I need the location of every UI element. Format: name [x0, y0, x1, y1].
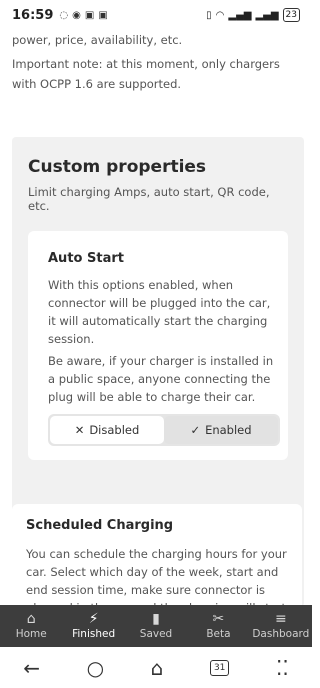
home-icon: ⌂: [26, 611, 36, 627]
status-bar: 16:59 ◌ ◉ ▣ ▣ ▯ ◠ ▂▄▆ ▂▄▆ 23: [0, 0, 312, 30]
check-icon: ✓: [190, 423, 201, 437]
back-icon[interactable]: ←: [23, 656, 40, 680]
disabled-option[interactable]: ✕ Disabled: [50, 416, 164, 444]
enabled-option[interactable]: ✓ Enabled: [164, 416, 278, 444]
nav-item-saved[interactable]: ▮ Saved: [125, 605, 187, 647]
enabled-label: Enabled: [205, 423, 252, 437]
nav-item-dashboard[interactable]: ≡ Dashboard: [250, 605, 312, 647]
signal-icon: ▂▄▆: [255, 9, 279, 21]
menu-icon: ≡: [274, 611, 287, 627]
section-subtitle: Limit charging Amps, auto start, QR code…: [28, 185, 270, 213]
clock: 16:59: [12, 7, 54, 23]
bottom-nav: ⌂ Home ⚡ Finished ▮ Saved ✂ Beta ≡ Dashb…: [0, 605, 312, 647]
image-icon: ▣: [98, 9, 108, 21]
home-outline-icon[interactable]: ⌂: [151, 656, 164, 680]
auto-start-warning: Be aware, if your charger is installed i…: [48, 354, 274, 404]
eye-icon: ◉: [72, 9, 81, 21]
intro-text: power, price, availability, etc. Importa…: [0, 30, 312, 94]
notification-icon: ◌: [59, 9, 69, 21]
close-icon: ✕: [74, 423, 85, 437]
auto-start-toggle[interactable]: ✕ Disabled ✓ Enabled: [48, 414, 280, 446]
scheduled-title: Scheduled Charging: [26, 518, 174, 533]
search-icon[interactable]: ○: [87, 656, 104, 680]
auto-start-description: With this options enabled, when connecto…: [44, 276, 274, 406]
nav-label: Saved: [139, 628, 173, 640]
bookmark-icon: ▮: [152, 611, 160, 627]
section-title: Custom properties: [28, 157, 207, 177]
important-note: Important note: at this moment, only cha…: [12, 57, 280, 91]
nav-label: Home: [15, 628, 47, 640]
nav-item-home[interactable]: ⌂ Home: [0, 605, 62, 647]
notification-icons: ◌ ◉ ▣ ▣: [59, 10, 107, 21]
scheduled-description: You can schedule the charging hours for …: [26, 545, 288, 605]
intro-line: power, price, availability, etc.: [12, 33, 183, 47]
disabled-label: Disabled: [89, 423, 140, 437]
bolt-icon: ⚡: [88, 611, 99, 627]
nav-item-finished[interactable]: ⚡ Finished: [62, 605, 124, 647]
tools-icon: ✂: [212, 611, 225, 627]
image-icon: ▣: [84, 9, 95, 21]
calendar-icon[interactable]: 31: [209, 659, 230, 676]
nav-label: Finished: [72, 628, 116, 640]
wifi-icon: ◠: [215, 9, 225, 21]
status-right: ▯ ◠ ▂▄▆ ▂▄▆ 23: [206, 8, 300, 22]
system-nav: ← ○ ⌂ 31 ⁚⁚: [0, 647, 312, 688]
scheduled-text: You can schedule the charging hours for …: [26, 547, 287, 605]
battery-icon: 23: [282, 8, 300, 22]
apps-icon[interactable]: ⁚⁚: [276, 656, 289, 680]
scheduled-charging-card: Scheduled Charging You can schedule the …: [12, 504, 302, 605]
auto-start-card: Auto Start With this options enabled, wh…: [28, 231, 288, 460]
nav-item-beta[interactable]: ✂ Beta: [187, 605, 249, 647]
status-left: 16:59 ◌ ◉ ▣ ▣: [12, 8, 108, 23]
nav-label: Dashboard: [252, 628, 310, 640]
vibrate-icon: ▯: [206, 9, 212, 21]
nav-label: Beta: [206, 628, 231, 640]
auto-start-title: Auto Start: [48, 251, 124, 266]
auto-start-text: With this options enabled, when connecto…: [48, 278, 271, 346]
page-content[interactable]: power, price, availability, etc. Importa…: [0, 30, 312, 605]
signal-icon: ▂▄▆: [228, 9, 252, 21]
